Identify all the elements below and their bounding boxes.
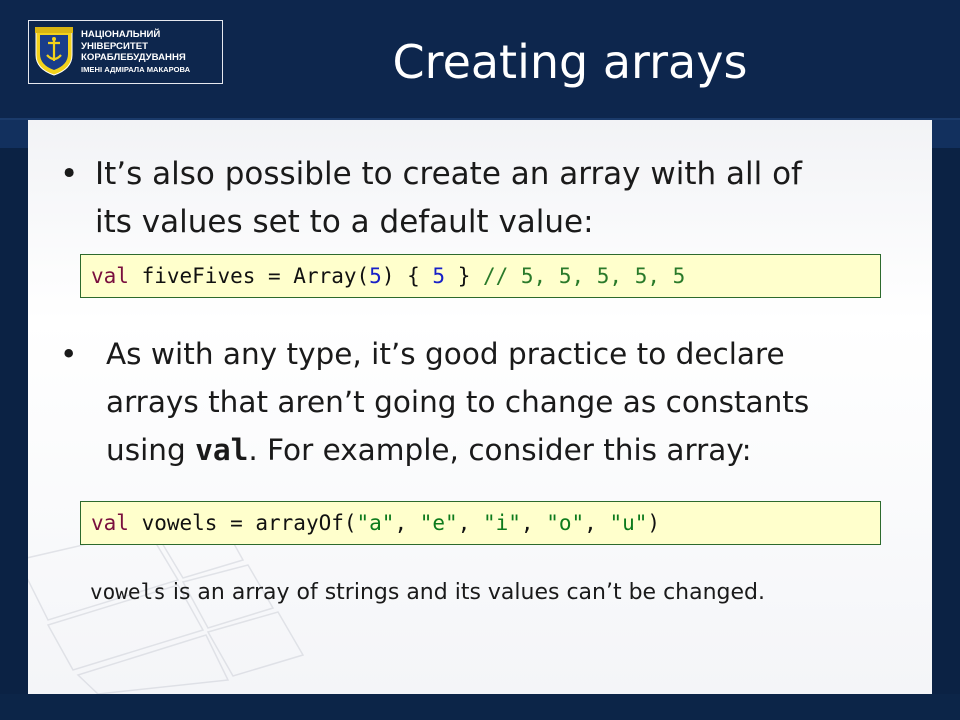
bullet-point-1: • It’s also possible to create an array … bbox=[60, 150, 925, 246]
code-block-vowels: val vowels = arrayOf("a", "e", "i", "o",… bbox=[80, 501, 881, 545]
vowels-note: vowels is an array of strings and its va… bbox=[90, 572, 910, 613]
university-logo: НАЦІОНАЛЬНИЙ УНІВЕРСИТЕТ КОРАБЛЕБУДУВАНН… bbox=[28, 20, 223, 84]
code-text: } bbox=[445, 264, 483, 288]
code-string: "o" bbox=[546, 511, 585, 535]
code-text: , bbox=[457, 511, 483, 535]
logo-line-2: УНІВЕРСИТЕТ bbox=[81, 40, 148, 52]
left-frame-strip bbox=[0, 120, 28, 148]
bullet-2-line-3-start: using bbox=[106, 433, 196, 467]
bullet-2-line-1: As with any type, it’s good practice to … bbox=[106, 337, 785, 371]
code-text: , bbox=[520, 511, 547, 535]
logo-line-4: ІМЕНІ АДМІРАЛА МАКАРОВА bbox=[81, 64, 191, 74]
code-string: "u" bbox=[609, 511, 648, 535]
footer-bar bbox=[0, 694, 960, 720]
code-text: , bbox=[584, 511, 610, 535]
logo-line-1: НАЦІОНАЛЬНИЙ bbox=[81, 29, 161, 40]
code-text: fiveFives = Array( bbox=[128, 264, 370, 288]
code-keyword: val bbox=[91, 264, 129, 288]
code-text: ) bbox=[647, 511, 661, 535]
inline-code-val: val bbox=[195, 433, 249, 467]
slide-title: Creating arrays bbox=[392, 35, 748, 89]
code-text: ) { bbox=[381, 264, 433, 288]
code-number: 5 bbox=[369, 264, 382, 288]
bullet-marker: • bbox=[60, 337, 78, 371]
code-string: "a" bbox=[356, 511, 395, 535]
bullet-2-line-3-end: . For example, consider this array: bbox=[248, 433, 752, 467]
right-frame-strip bbox=[932, 120, 960, 148]
code-string: "e" bbox=[419, 511, 458, 535]
code-string: "i" bbox=[482, 511, 521, 535]
inline-code-vowels: vowels bbox=[90, 580, 166, 604]
bullet-2-line-2: arrays that aren’t going to change as co… bbox=[106, 385, 810, 419]
code-text: vowels = arrayOf( bbox=[128, 511, 357, 535]
code-block-fivefives: val fiveFives = Array(5) { 5 } // 5, 5, … bbox=[80, 254, 881, 298]
note-text: is an array of strings and its values ca… bbox=[165, 580, 765, 605]
code-keyword: val bbox=[91, 511, 129, 535]
university-name: НАЦІОНАЛЬНИЙ УНІВЕРСИТЕТ КОРАБЛЕБУДУВАНН… bbox=[81, 29, 190, 75]
logo-line-3: КОРАБЛЕБУДУВАННЯ bbox=[81, 52, 186, 63]
bullet-point-2: • As with any type, it’s good practice t… bbox=[60, 330, 906, 474]
code-number: 5 bbox=[432, 264, 446, 288]
code-text: , bbox=[394, 511, 420, 535]
bullet-1-line-2: its values set to a default value: bbox=[95, 204, 594, 240]
bullet-1-line-1: It’s also possible to create an array wi… bbox=[95, 156, 802, 192]
university-emblem-icon bbox=[35, 27, 73, 76]
bullet-marker: • bbox=[60, 156, 79, 192]
code-comment: // 5, 5, 5, 5, 5 bbox=[482, 264, 686, 288]
bullet-2-line-3: using val. For example, consider this ar… bbox=[106, 426, 906, 474]
